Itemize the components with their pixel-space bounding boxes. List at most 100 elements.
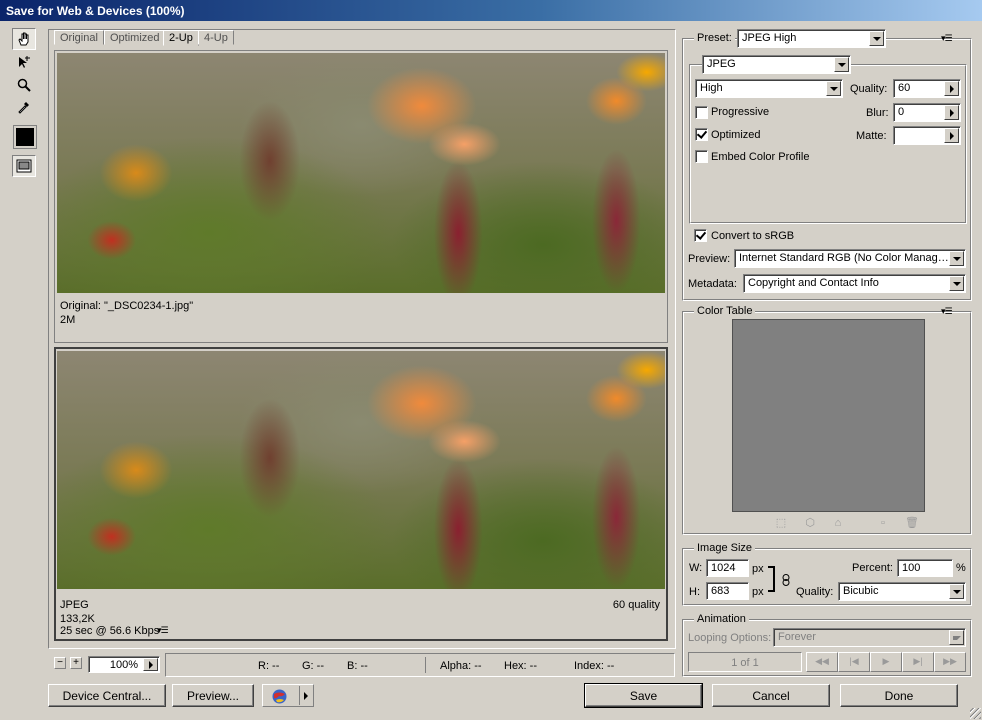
blur-value: 0 xyxy=(898,106,905,118)
hand-tool[interactable] xyxy=(12,28,36,50)
optimized-quality-note: 60 quality xyxy=(612,599,660,611)
save-button[interactable]: Save xyxy=(584,683,703,708)
preview-button[interactable]: Preview... xyxy=(172,684,254,707)
play-icon: ▶ xyxy=(882,656,890,666)
slice-select-tool[interactable] xyxy=(12,52,36,74)
done-button-label: Done xyxy=(884,688,914,703)
preview-label: Preview: xyxy=(688,253,731,265)
slices-visibility-icon xyxy=(16,159,32,173)
zoom-menu-arrow[interactable] xyxy=(143,658,158,671)
format-dropdown[interactable]: JPEG xyxy=(702,55,851,74)
progressive-checkbox[interactable] xyxy=(695,106,708,119)
preview-dropdown[interactable]: Internet Standard RGB (No Color Manag… xyxy=(734,249,966,268)
cancel-button[interactable]: Cancel xyxy=(712,684,830,707)
optimized-download-time: 25 sec @ 56.6 Kbps xyxy=(60,625,160,637)
previous-frame-button[interactable]: |◀ xyxy=(838,652,870,672)
preset-dropdown[interactable]: JPEG High xyxy=(737,29,886,48)
quality-slider-arrow[interactable] xyxy=(944,81,959,96)
preview-value: Internet Standard RGB (No Color Manag… xyxy=(739,252,949,264)
frame-counter: 1 of 1 xyxy=(688,652,802,672)
blur-slider-arrow[interactable] xyxy=(944,105,959,120)
resample-quality-label: Quality: xyxy=(796,586,834,598)
preset-label: Preset: xyxy=(694,32,735,44)
web-snap-icon[interactable]: ⬚ xyxy=(775,517,787,529)
embed-color-profile-checkbox[interactable] xyxy=(695,150,708,163)
optimized-checkbox[interactable] xyxy=(695,128,708,141)
looping-options-arrow[interactable] xyxy=(949,630,964,645)
optimized-label: Optimized xyxy=(711,129,761,141)
height-field[interactable]: 683 xyxy=(706,582,749,600)
width-field[interactable]: 1024 xyxy=(706,559,749,577)
looping-options-dropdown[interactable]: Forever xyxy=(773,628,966,647)
chain-link-icon[interactable] xyxy=(781,574,791,586)
tab-optimized[interactable]: Optimized xyxy=(104,30,166,45)
optimized-image[interactable] xyxy=(57,351,665,589)
optimized-pane: JPEG 133,2K 25 sec @ 56.6 Kbps ▾☰ 60 qua… xyxy=(54,347,668,641)
metadata-label: Metadata: xyxy=(688,278,737,290)
blur-field[interactable]: 0 xyxy=(893,103,961,122)
zoom-level-field[interactable]: 100% xyxy=(88,656,160,673)
resample-quality-arrow[interactable] xyxy=(949,584,964,599)
previous-frame-icon: |◀ xyxy=(849,656,859,666)
matte-menu-arrow[interactable] xyxy=(944,128,959,143)
play-button[interactable]: ▶ xyxy=(870,652,902,672)
tab-2up-label: 2-Up xyxy=(169,32,193,44)
status-index: Index: -- xyxy=(574,660,615,672)
resample-quality-value: Bicubic xyxy=(843,585,879,597)
done-button[interactable]: Done xyxy=(840,684,958,707)
optimized-size: 133,2K xyxy=(60,613,95,625)
web-safe-cube-icon[interactable]: ⬡ xyxy=(804,517,816,529)
eyedropper-tool[interactable] xyxy=(12,96,36,118)
last-frame-button[interactable]: ▶▶ xyxy=(934,652,966,672)
eyedropper-color-swatch[interactable] xyxy=(13,125,37,149)
compression-dropdown-arrow[interactable] xyxy=(826,81,841,96)
new-color-icon[interactable]: ▫ xyxy=(877,517,889,529)
height-label: H: xyxy=(689,586,700,598)
next-frame-icon: ▶| xyxy=(913,656,923,666)
first-frame-button[interactable]: ◀◀ xyxy=(806,652,838,672)
browser-preview-menu[interactable] xyxy=(262,684,314,707)
width-label: W: xyxy=(689,562,703,574)
percent-field[interactable]: 100 xyxy=(897,559,953,577)
original-filename: Original: "_DSC0234-1.jpg" xyxy=(60,300,194,312)
resample-quality-dropdown[interactable]: Bicubic xyxy=(838,582,966,601)
delete-color-icon[interactable]: 🗑 xyxy=(905,517,919,529)
tab-4up-label: 4-Up xyxy=(204,32,228,44)
hand-icon xyxy=(18,32,29,46)
compression-dropdown[interactable]: High xyxy=(695,79,843,98)
resize-grip[interactable] xyxy=(970,708,981,719)
preset-dropdown-arrow[interactable] xyxy=(869,31,884,46)
download-rate-menu-icon[interactable]: ▾☰ xyxy=(157,625,169,636)
preset-value: JPEG High xyxy=(742,32,797,44)
color-table-menu-icon[interactable]: ▾☰ xyxy=(941,306,953,317)
toggle-slices-visibility-button[interactable] xyxy=(12,155,36,177)
zoom-in-button[interactable]: + xyxy=(70,657,82,669)
status-alpha: Alpha: -- xyxy=(440,660,482,672)
zoom-tool[interactable] xyxy=(12,74,36,96)
window-title: Save for Web & Devices (100%) xyxy=(6,4,185,18)
optimize-menu-icon[interactable]: ▾☰ xyxy=(941,33,953,44)
next-frame-button[interactable]: ▶| xyxy=(902,652,934,672)
tab-4up[interactable]: 4-Up xyxy=(198,30,234,45)
eyedropper-icon xyxy=(18,102,29,114)
preview-dropdown-arrow[interactable] xyxy=(949,251,964,266)
device-central-button[interactable]: Device Central... xyxy=(48,684,166,707)
metadata-dropdown-arrow[interactable] xyxy=(949,276,964,291)
matte-field[interactable] xyxy=(893,126,961,145)
width-value: 1024 xyxy=(711,562,736,574)
looping-options-value: Forever xyxy=(778,631,816,643)
metadata-value: Copyright and Contact Info xyxy=(748,277,879,289)
format-dropdown-arrow[interactable] xyxy=(834,57,849,72)
metadata-dropdown[interactable]: Copyright and Contact Info xyxy=(743,274,966,293)
tab-2up[interactable]: 2-Up xyxy=(163,30,199,46)
color-table-swatches[interactable] xyxy=(732,319,925,512)
save-button-label: Save xyxy=(629,688,658,703)
tab-original[interactable]: Original xyxy=(54,30,104,45)
status-r: R: -- xyxy=(258,660,280,672)
zoom-out-button[interactable]: − xyxy=(54,657,66,669)
original-image[interactable] xyxy=(57,53,665,293)
lock-color-icon[interactable]: ⌂ xyxy=(832,517,844,529)
convert-srgb-checkbox[interactable] xyxy=(694,229,707,242)
quality-field[interactable]: 60 xyxy=(893,79,961,98)
percent-unit: % xyxy=(956,562,966,574)
